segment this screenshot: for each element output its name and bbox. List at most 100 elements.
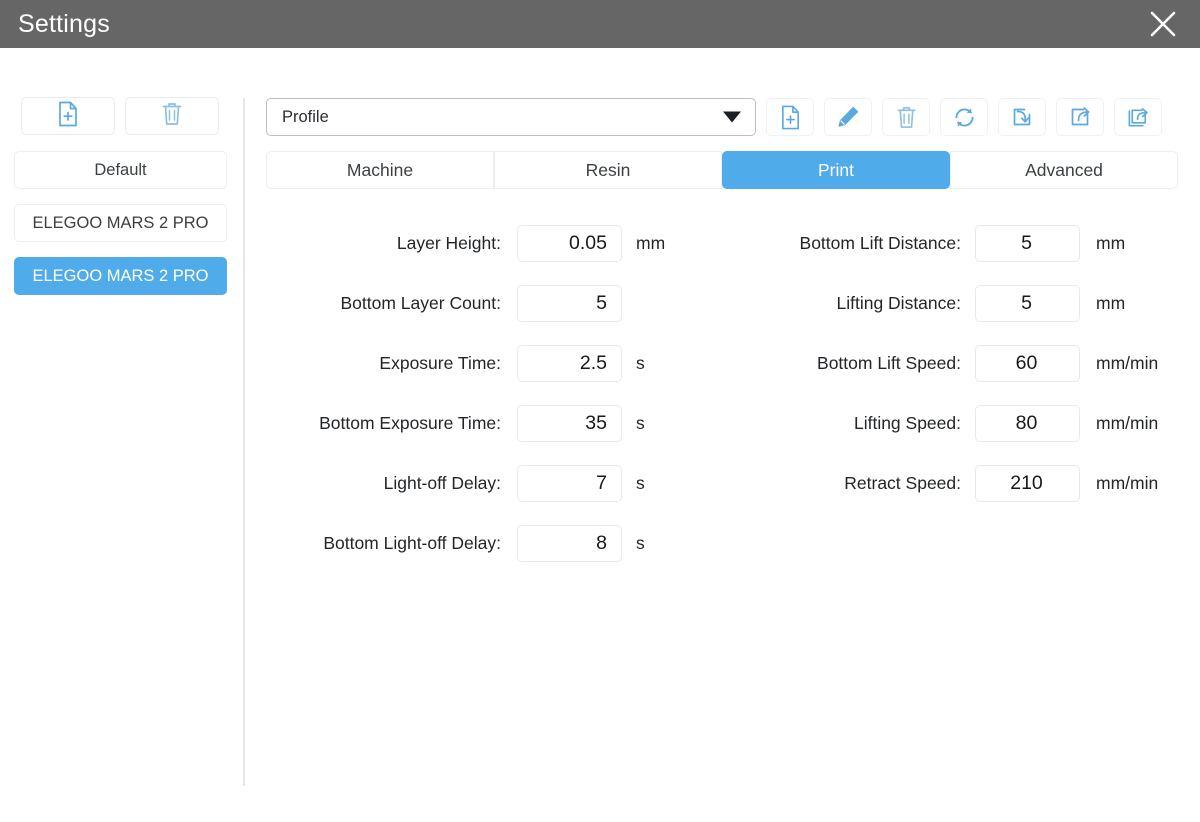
field-value: 60 <box>1015 351 1038 374</box>
field-unit: s <box>636 352 645 373</box>
new-file-button[interactable] <box>766 98 814 136</box>
trash-icon <box>895 105 918 130</box>
refresh-button[interactable] <box>940 98 988 136</box>
field-unit: mm <box>1096 232 1126 253</box>
field-value: 2.5 <box>579 351 607 374</box>
close-button[interactable] <box>1146 7 1180 41</box>
delete-button[interactable] <box>882 98 930 136</box>
form-column-right: Bottom Lift Distance: 5 mm Lifting Dista… <box>703 213 1200 573</box>
sidebar-toolbar <box>21 97 219 135</box>
profile-select[interactable]: Profile <box>266 98 756 136</box>
import-arrow-into-box-icon <box>1010 105 1034 129</box>
field-value: 5 <box>1021 231 1032 254</box>
field-label: Bottom Lift Speed: <box>817 352 961 373</box>
field-unit: mm <box>636 232 666 253</box>
field-label: Bottom Lift Distance: <box>799 232 961 253</box>
file-plus-icon <box>779 105 802 130</box>
field-unit: s <box>636 472 645 493</box>
field-row-bottom-layer-count: Bottom Layer Count: 5 <box>243 273 703 333</box>
settings-window: Settings Default ELEGOO MARS 2 PRO ELEGO… <box>0 0 1200 822</box>
field-label: Lifting Speed: <box>853 412 961 433</box>
close-icon <box>1148 9 1178 39</box>
settings-content: Profile Machine Resin Print Advanced Lay… <box>243 48 1200 822</box>
field-label: Retract Speed: <box>844 472 961 493</box>
profile-item-label: ELEGOO MARS 2 PRO <box>32 213 209 232</box>
field-label: Bottom Layer Count: <box>340 292 502 313</box>
profile-list: Default ELEGOO MARS 2 PRO ELEGOO MARS 2 … <box>14 151 227 310</box>
pencil-icon <box>836 105 860 129</box>
refresh-icon <box>952 105 977 130</box>
settings-tabs: Machine Resin Print Advanced <box>266 151 1178 189</box>
lifting-speed-input[interactable]: 80 <box>975 404 1080 442</box>
tab-machine[interactable]: Machine <box>266 151 494 189</box>
field-label: Layer Height: <box>396 232 501 253</box>
field-row-lifting-speed: Lifting Speed: 80 mm/min <box>703 393 1200 453</box>
page-title: Settings <box>18 9 110 38</box>
file-plus-icon <box>56 101 80 132</box>
field-value: 80 <box>1015 411 1038 434</box>
tab-print[interactable]: Print <box>722 151 950 189</box>
chevron-down-icon <box>723 111 741 123</box>
tab-label: Print <box>818 159 854 180</box>
field-value: 5 <box>1021 291 1032 314</box>
field-value: 210 <box>1010 471 1043 494</box>
field-row-bottom-lift-speed: Bottom Lift Speed: 60 mm/min <box>703 333 1200 393</box>
field-value: 7 <box>596 471 607 494</box>
field-unit: mm/min <box>1096 412 1159 433</box>
field-unit: mm <box>1096 292 1126 313</box>
tab-label: Machine <box>346 159 414 180</box>
tab-resin[interactable]: Resin <box>494 151 722 189</box>
field-label: Exposure Time: <box>379 352 501 373</box>
profile-item-1[interactable]: ELEGOO MARS 2 PRO <box>14 204 227 242</box>
field-unit: s <box>636 532 645 553</box>
field-value: 35 <box>585 411 607 434</box>
new-profile-button[interactable] <box>21 97 115 135</box>
import-button[interactable] <box>998 98 1046 136</box>
bottom-lift-distance-input[interactable]: 5 <box>975 224 1080 262</box>
export-all-button[interactable] <box>1114 98 1162 136</box>
lifting-distance-input[interactable]: 5 <box>975 284 1080 322</box>
field-row-bottom-lift-distance: Bottom Lift Distance: 5 mm <box>703 213 1200 273</box>
field-label: Lifting Distance: <box>836 292 961 313</box>
profile-item-label: ELEGOO MARS 2 PRO <box>32 266 209 285</box>
tab-label: Resin <box>585 159 631 180</box>
retract-speed-input[interactable]: 210 <box>975 464 1080 502</box>
field-label: Bottom Exposure Time: <box>319 412 501 433</box>
field-row-bottom-light-off-delay: Bottom Light-off Delay: 8 s <box>243 513 703 573</box>
export-arrow-out-of-box-icon <box>1068 105 1092 129</box>
bottom-layer-count-input[interactable]: 5 <box>517 284 622 322</box>
edit-button[interactable] <box>824 98 872 136</box>
form-column-left: Layer Height: 0.05 mm Bottom Layer Count… <box>243 213 703 573</box>
field-value: 0.05 <box>569 231 607 254</box>
profile-item-default[interactable]: Default <box>14 151 227 189</box>
profile-item-label: Default <box>94 160 147 179</box>
delete-profile-button[interactable] <box>125 97 219 135</box>
profile-sidebar: Default ELEGOO MARS 2 PRO ELEGOO MARS 2 … <box>0 48 243 822</box>
export-button[interactable] <box>1056 98 1104 136</box>
tab-label: Advanced <box>1025 159 1103 180</box>
exposure-time-input[interactable]: 2.5 <box>517 344 622 382</box>
field-value: 8 <box>596 531 607 554</box>
print-settings-form: Layer Height: 0.05 mm Bottom Layer Count… <box>243 213 1200 573</box>
field-unit: mm/min <box>1096 472 1159 493</box>
light-off-delay-input[interactable]: 7 <box>517 464 622 502</box>
field-row-light-off-delay: Light-off Delay: 7 s <box>243 453 703 513</box>
profile-item-2-selected[interactable]: ELEGOO MARS 2 PRO <box>14 257 227 295</box>
profile-toolbar: Profile <box>266 98 1162 136</box>
trash-icon <box>160 101 184 132</box>
bottom-light-off-delay-input[interactable]: 8 <box>517 524 622 562</box>
title-bar: Settings <box>0 0 1200 48</box>
field-row-lifting-distance: Lifting Distance: 5 mm <box>703 273 1200 333</box>
field-unit: s <box>636 412 645 433</box>
tab-advanced[interactable]: Advanced <box>950 151 1178 189</box>
field-row-layer-height: Layer Height: 0.05 mm <box>243 213 703 273</box>
profile-select-value: Profile <box>282 107 329 126</box>
field-label: Bottom Light-off Delay: <box>323 532 501 553</box>
layer-height-input[interactable]: 0.05 <box>517 224 622 262</box>
field-unit: mm/min <box>1096 352 1159 373</box>
field-row-exposure-time: Exposure Time: 2.5 s <box>243 333 703 393</box>
bottom-exposure-time-input[interactable]: 35 <box>517 404 622 442</box>
field-label: Light-off Delay: <box>383 472 501 493</box>
export-multiple-icon <box>1126 105 1151 130</box>
bottom-lift-speed-input[interactable]: 60 <box>975 344 1080 382</box>
